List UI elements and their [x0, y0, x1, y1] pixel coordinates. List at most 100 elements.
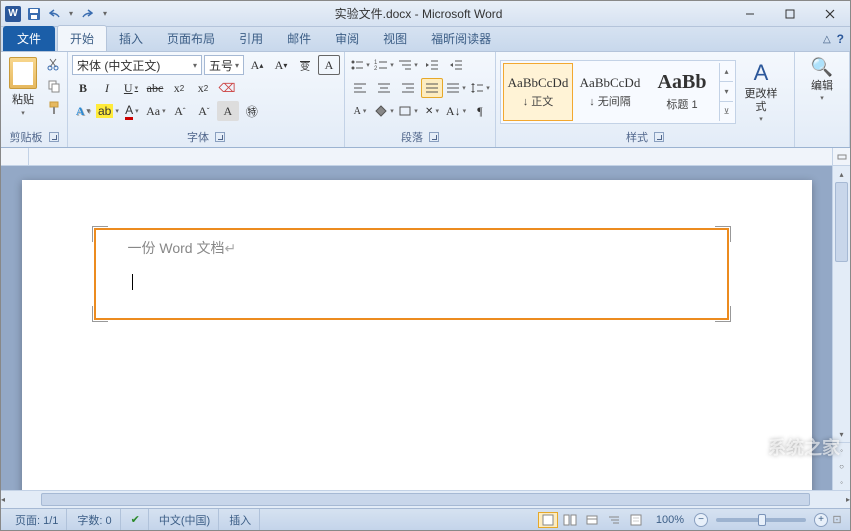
zoom-slider[interactable]: [716, 518, 806, 522]
styles-launcher[interactable]: [654, 132, 664, 142]
gallery-up[interactable]: ▴: [720, 63, 733, 83]
qat-save[interactable]: [25, 5, 43, 23]
font-color-button[interactable]: A: [121, 101, 143, 121]
view-print-layout[interactable]: [538, 512, 558, 528]
cut-button[interactable]: [45, 55, 63, 73]
help-icon[interactable]: ?: [837, 32, 844, 46]
close-button[interactable]: [810, 2, 850, 26]
align-left-button[interactable]: [349, 78, 371, 98]
tab-page-layout[interactable]: 页面布局: [155, 26, 227, 51]
zoom-out[interactable]: −: [694, 513, 708, 527]
tab-foxit[interactable]: 福昕阅读器: [419, 26, 503, 51]
view-web-layout[interactable]: [582, 512, 602, 528]
grow-font-button[interactable]: A▴: [246, 55, 268, 75]
decrease-indent-button[interactable]: [421, 55, 443, 75]
status-language[interactable]: 中文(中国): [151, 509, 219, 530]
tab-references[interactable]: 引用: [227, 26, 275, 51]
view-outline[interactable]: [604, 512, 624, 528]
view-draft[interactable]: [626, 512, 646, 528]
character-border-button[interactable]: A: [318, 55, 340, 75]
style-normal[interactable]: AaBbCcDd ↓ 正文: [503, 63, 573, 121]
hscroll-thumb[interactable]: [41, 493, 810, 506]
document-scroll[interactable]: 一份 Word 文档↵: [1, 166, 832, 490]
highlight-button[interactable]: ab: [96, 101, 119, 121]
italic-button[interactable]: I: [96, 78, 118, 98]
clear-formatting-button[interactable]: ⌫: [216, 78, 238, 98]
tab-file[interactable]: 文件: [3, 26, 55, 51]
tab-mailings[interactable]: 邮件: [275, 26, 323, 51]
status-mode[interactable]: 插入: [221, 509, 260, 530]
zoom-fit[interactable]: ⊡: [830, 513, 844, 526]
status-words[interactable]: 字数: 0: [69, 509, 120, 530]
hscroll-right[interactable]: ▸: [846, 491, 850, 507]
style-no-spacing[interactable]: AaBbCcDd ↓ 无间隔: [575, 63, 645, 121]
numbering-button[interactable]: 12: [373, 55, 395, 75]
status-proof[interactable]: ✔: [123, 509, 149, 530]
style-heading1[interactable]: AaBb 标题 1: [647, 63, 717, 121]
superscript-button[interactable]: x2: [192, 78, 214, 98]
scroll-up[interactable]: ▴: [833, 166, 850, 182]
sort-button[interactable]: ✕: [421, 101, 443, 121]
scroll-down[interactable]: ▾: [833, 426, 850, 442]
increase-indent-button[interactable]: [445, 55, 467, 75]
bold-button[interactable]: B: [72, 78, 94, 98]
view-fullscreen-reading[interactable]: [560, 512, 580, 528]
tab-home[interactable]: 开始: [57, 25, 107, 51]
qat-redo[interactable]: [77, 5, 95, 23]
ruler-toggle[interactable]: [832, 148, 850, 165]
horizontal-scrollbar[interactable]: ◂ ▸: [1, 490, 850, 508]
editing-button[interactable]: 🔍 编辑 ▾: [799, 55, 845, 104]
vertical-scrollbar[interactable]: ▴ ▾ ◦ ○ ◦: [832, 166, 850, 490]
copy-button[interactable]: [45, 77, 63, 95]
align-right-button[interactable]: [397, 78, 419, 98]
asian-layout-button[interactable]: A: [349, 101, 371, 121]
distributed-button[interactable]: [445, 78, 467, 98]
font-launcher[interactable]: [215, 132, 225, 142]
paragraph-launcher[interactable]: [429, 132, 439, 142]
page[interactable]: 一份 Word 文档↵: [22, 180, 812, 490]
status-page[interactable]: 页面: 1/1: [7, 509, 67, 530]
prev-page[interactable]: ◦: [833, 442, 850, 458]
qat-undo[interactable]: [47, 5, 65, 23]
tab-insert[interactable]: 插入: [107, 26, 155, 51]
strikethrough-button[interactable]: abc: [144, 78, 166, 98]
next-page[interactable]: ◦: [833, 474, 850, 490]
hscroll-left[interactable]: ◂: [1, 491, 5, 507]
format-painter-button[interactable]: [45, 99, 63, 117]
align-center-button[interactable]: [373, 78, 395, 98]
zoom-level[interactable]: 100%: [648, 514, 692, 526]
zoom-thumb[interactable]: [758, 514, 766, 526]
justify-button[interactable]: [421, 78, 443, 98]
show-hide-marks-button[interactable]: ¶: [469, 101, 491, 121]
change-styles-button[interactable]: A 更改样式 ▾: [738, 58, 784, 124]
bullets-button[interactable]: [349, 55, 371, 75]
character-shading-button[interactable]: A: [217, 101, 239, 121]
vscroll-thumb[interactable]: [835, 182, 848, 262]
shading-button[interactable]: [373, 101, 395, 121]
minimize-ribbon-icon[interactable]: △: [823, 34, 831, 45]
maximize-button[interactable]: [770, 2, 810, 26]
paste-button[interactable]: 粘贴 ▾: [5, 55, 41, 119]
font-size-combo[interactable]: 五号▾: [204, 55, 244, 75]
gallery-more[interactable]: ⊻: [720, 102, 733, 121]
asian-typography-button[interactable]: A↓: [445, 101, 467, 121]
gallery-down[interactable]: ▾: [720, 82, 733, 102]
underline-button[interactable]: U: [120, 78, 142, 98]
tab-review[interactable]: 审阅: [323, 26, 371, 51]
multilevel-list-button[interactable]: [397, 55, 419, 75]
text-effects-button[interactable]: A: [72, 101, 94, 121]
minimize-button[interactable]: [730, 2, 770, 26]
shrink-font-2[interactable]: Aˇ: [193, 101, 215, 121]
qat-undo-more[interactable]: ▾: [69, 9, 73, 18]
document-text[interactable]: 一份 Word 文档↵: [128, 238, 695, 258]
tab-view[interactable]: 视图: [371, 26, 419, 51]
borders-button[interactable]: [397, 101, 419, 121]
phonetic-guide-button[interactable]: 变: [294, 55, 316, 75]
select-browse[interactable]: ○: [833, 458, 850, 474]
line-spacing-button[interactable]: [469, 78, 491, 98]
subscript-button[interactable]: x2: [168, 78, 190, 98]
font-name-combo[interactable]: 宋体 (中文正文)▾: [72, 55, 202, 75]
enclose-characters-button[interactable]: ㊕: [241, 101, 263, 121]
change-case-button[interactable]: Aa: [145, 101, 167, 121]
zoom-in[interactable]: +: [814, 513, 828, 527]
